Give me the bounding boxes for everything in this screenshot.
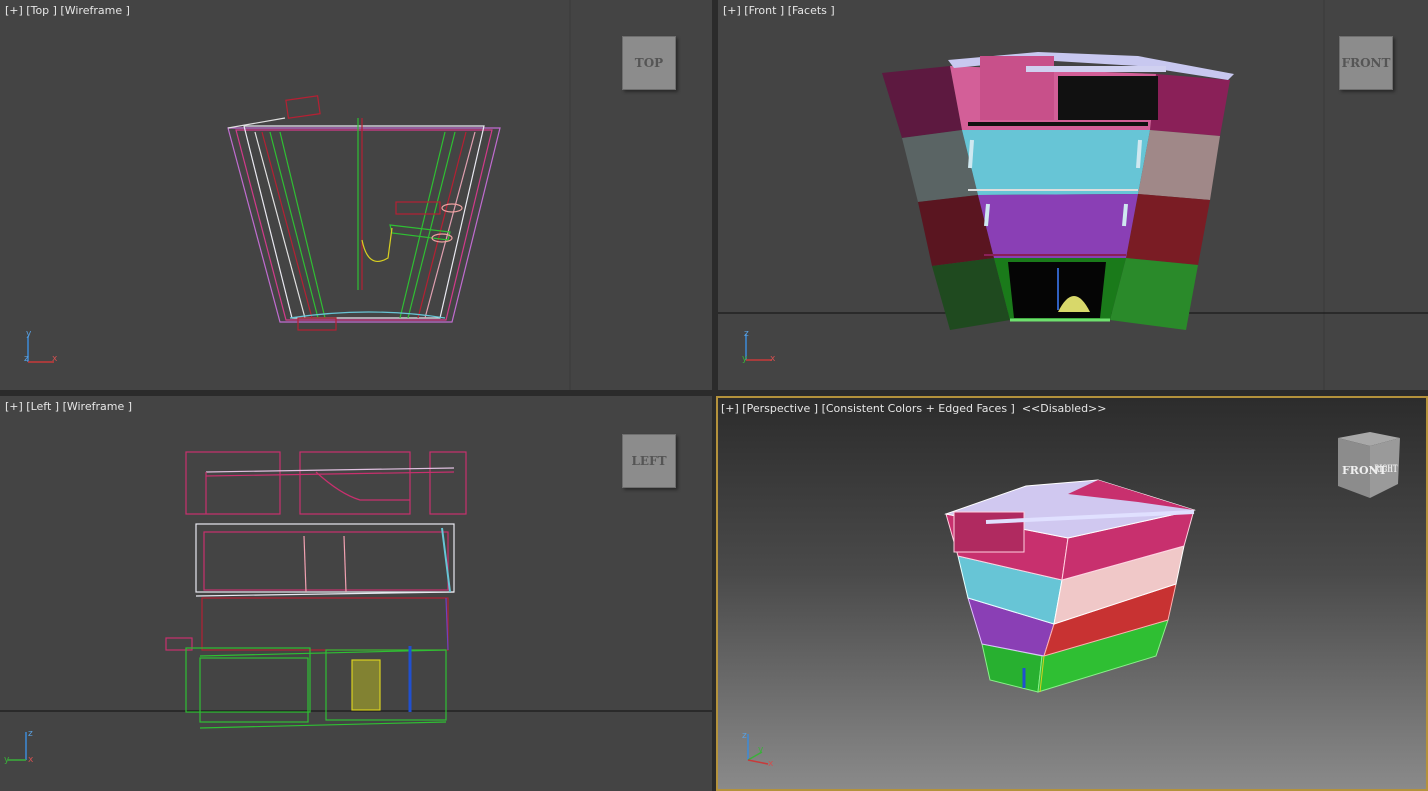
axis-label-z: z bbox=[28, 729, 33, 739]
viewport-perspective[interactable]: [+] [Perspective ] [Consistent Colors + … bbox=[716, 396, 1428, 791]
viewport-left[interactable]: [+] [Left ] [Wireframe ] LEFT z y x bbox=[0, 396, 712, 791]
axis-label-y: y bbox=[758, 745, 764, 755]
viewcube-top[interactable]: TOP bbox=[622, 36, 676, 90]
axis-label-y: y bbox=[4, 755, 10, 765]
viewport-label-left[interactable]: [+] [Left ] [Wireframe ] bbox=[5, 400, 132, 413]
perspective-scene bbox=[944, 479, 1196, 693]
axis-label-x: x bbox=[768, 759, 774, 768]
viewcube-front[interactable]: FRONT bbox=[1339, 36, 1393, 90]
viewport-front[interactable]: [+] [Front ] [Facets ] FRONT z y x bbox=[718, 0, 1428, 390]
viewcube-right-face: RIGHT bbox=[1374, 462, 1398, 474]
viewport-label-front[interactable]: [+] [Front ] [Facets ] bbox=[723, 4, 835, 17]
viewport-label-top[interactable]: [+] [Top ] [Wireframe ] bbox=[5, 4, 130, 17]
top-wireframe-scene bbox=[227, 0, 571, 390]
axis-label-z: z bbox=[742, 731, 747, 741]
axis-tripod-top: y z x bbox=[24, 329, 58, 364]
axis-label-z: z bbox=[744, 329, 749, 339]
axis-label-y: y bbox=[26, 329, 32, 339]
axis-label-y: y bbox=[742, 354, 748, 364]
viewcube-perspective[interactable]: FRONT RIGHT bbox=[1330, 428, 1410, 504]
axis-label-x: x bbox=[770, 354, 776, 364]
axis-tripod-front: z y x bbox=[742, 329, 776, 364]
viewcube-left[interactable]: LEFT bbox=[622, 434, 676, 488]
axis-tripod-perspective: z y x bbox=[742, 731, 774, 768]
axis-tripod-left: z y x bbox=[4, 729, 34, 765]
axis-label-x: x bbox=[28, 755, 34, 765]
viewport-top[interactable]: [+] [Top ] [Wireframe ] TOP y z x bbox=[0, 0, 712, 390]
axis-label-z: z bbox=[24, 354, 29, 364]
axis-label-x: x bbox=[52, 354, 58, 364]
front-facets-scene bbox=[718, 0, 1428, 390]
left-wireframe-scene bbox=[0, 451, 712, 729]
viewport-label-perspective[interactable]: [+] [Perspective ] [Consistent Colors + … bbox=[721, 402, 1107, 415]
